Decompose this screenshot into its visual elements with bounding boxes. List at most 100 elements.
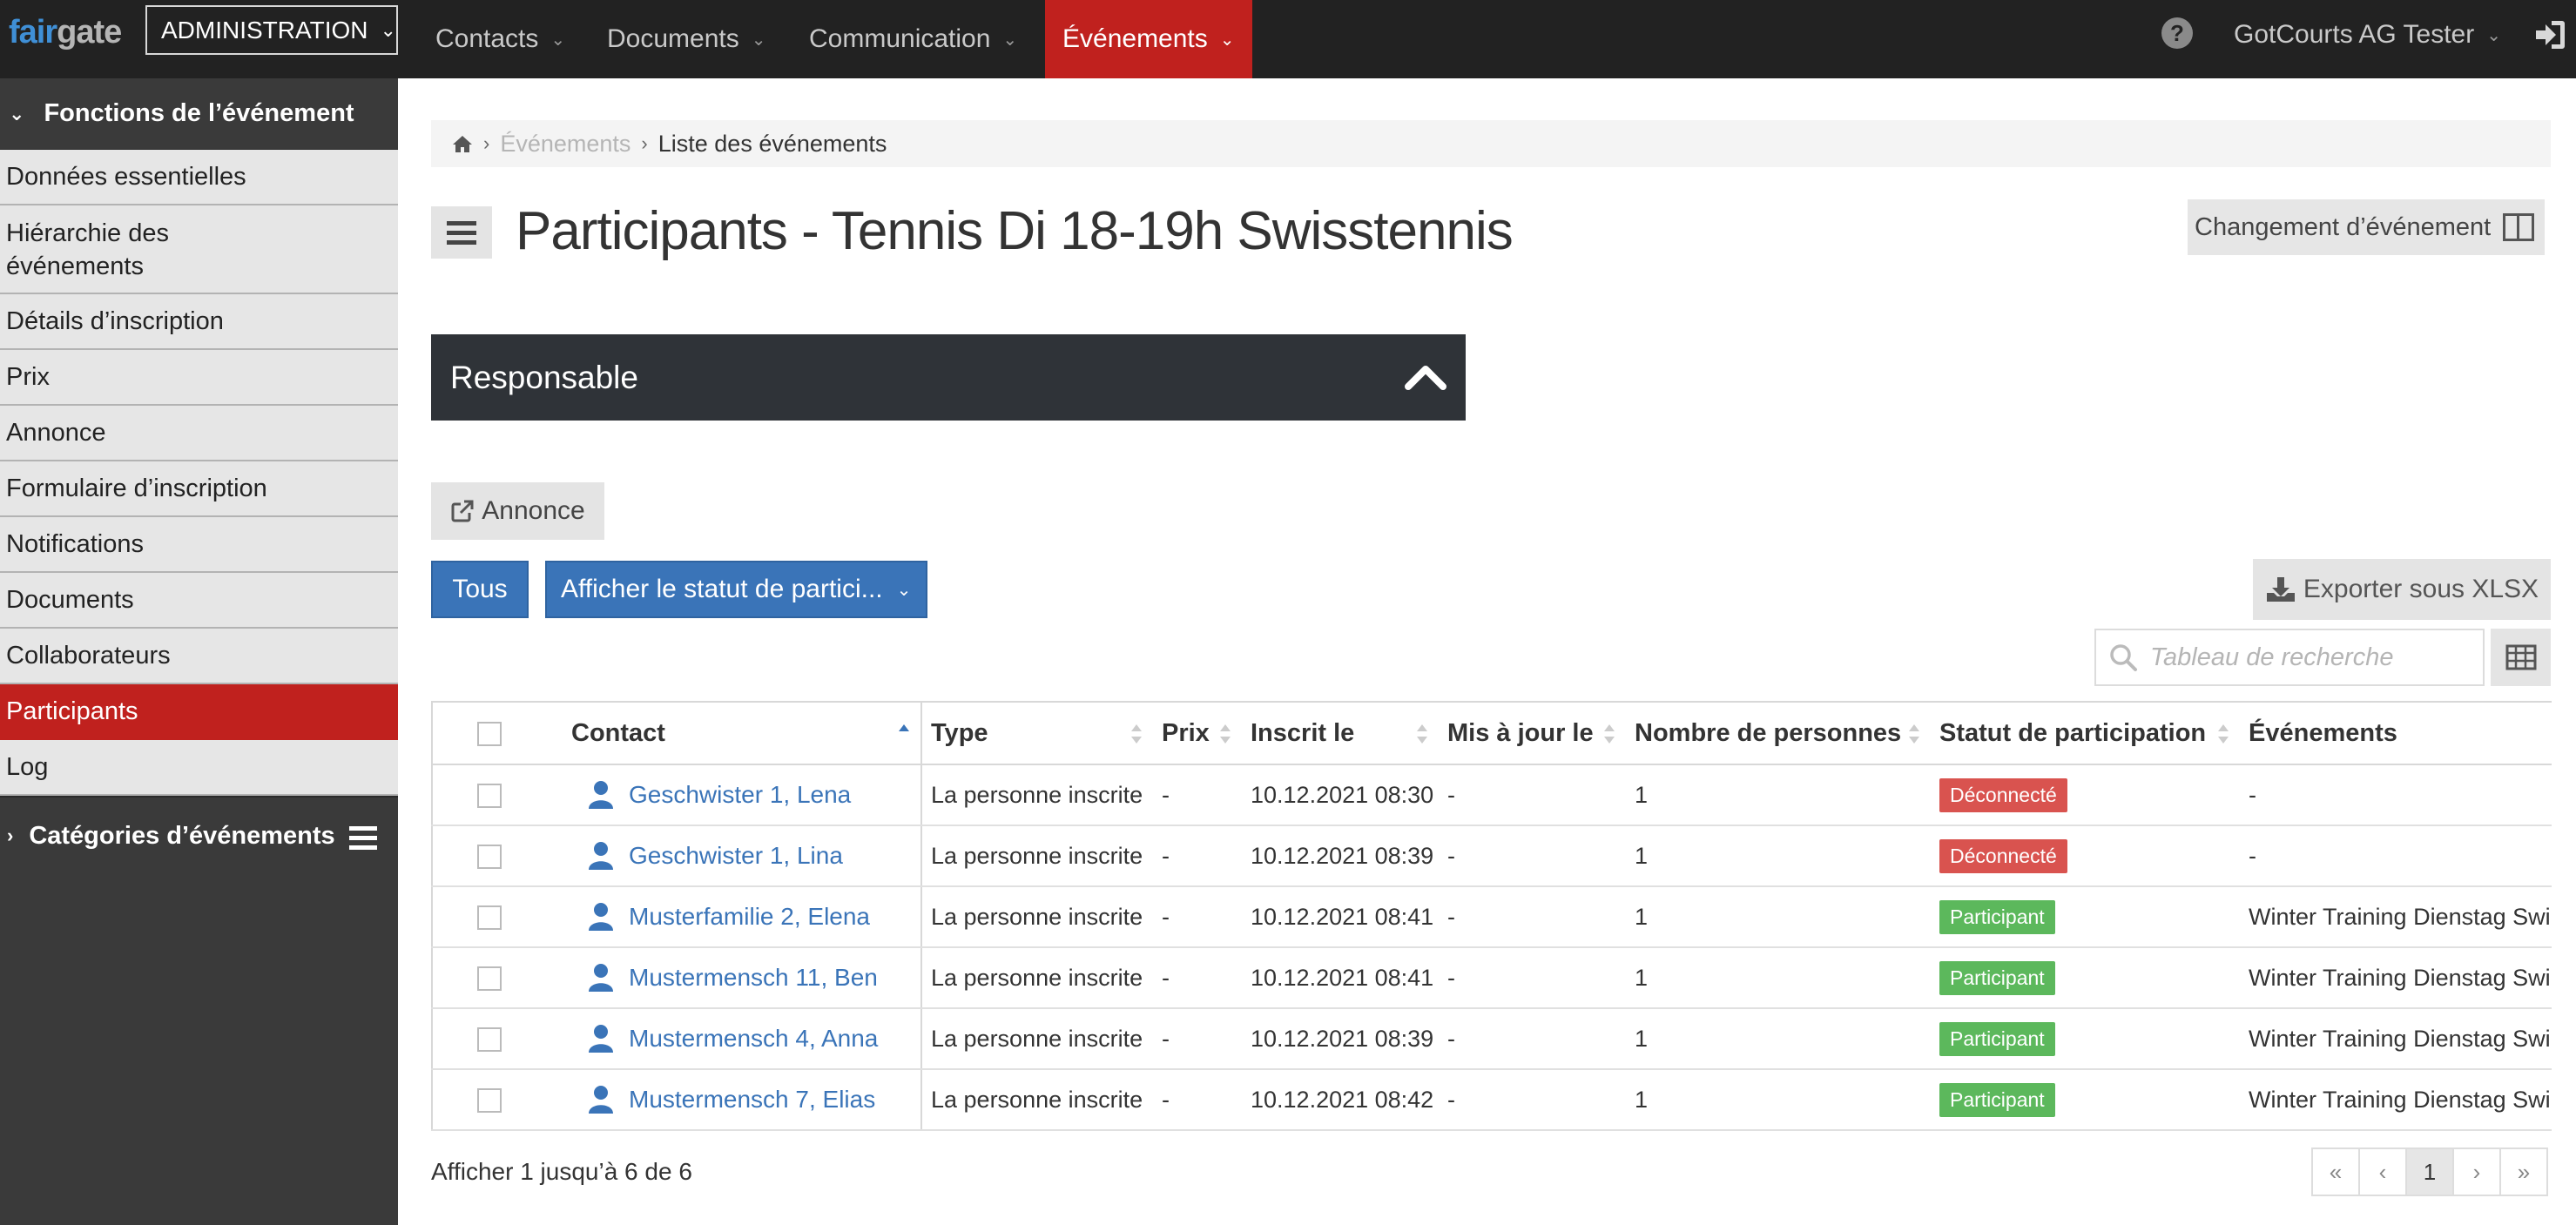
sidebar-item-notifications[interactable]: Notifications: [0, 517, 398, 573]
help-icon[interactable]: ?: [2161, 17, 2193, 49]
pagination-last-button[interactable]: »: [2499, 1148, 2548, 1196]
participation-status-label: Afficher le statut de partici...: [561, 575, 883, 603]
col-header-maj[interactable]: Mis à jour le: [1439, 701, 1626, 765]
inscrit-cell: 10.12.2021 08:30: [1242, 764, 1439, 826]
type-cell: La personne inscrite: [921, 825, 1153, 887]
sidebar-header[interactable]: ⌄ Fonctions de l’événement: [0, 78, 398, 150]
contact-link[interactable]: Mustermensch 11, Ben: [629, 964, 878, 991]
menu-icon[interactable]: [349, 826, 377, 855]
person-icon: [589, 842, 613, 870]
chevron-up-icon[interactable]: [1405, 359, 1446, 394]
sidebar-item-hierarchie[interactable]: Hiérarchie des événements: [0, 205, 398, 294]
table-search-input[interactable]: [2150, 643, 2472, 672]
administration-menu-button[interactable]: ADMINISTRATION ⌄: [145, 5, 398, 55]
prix-cell: -: [1153, 1069, 1242, 1131]
select-all-checkbox[interactable]: [476, 721, 502, 746]
breadcrumb-liste-evenements[interactable]: Liste des événements: [658, 131, 887, 158]
table-row: Mustermensch 4, Anna La personne inscrit…: [431, 1008, 2552, 1070]
nav-communication-label: Communication: [809, 24, 991, 53]
col-header-inscrit[interactable]: Inscrit le: [1242, 701, 1439, 765]
sidebar-item-annonce[interactable]: Annonce: [0, 406, 398, 461]
administration-label: ADMINISTRATION: [161, 16, 368, 44]
statut-cell: Déconnecté: [1931, 825, 2240, 887]
table-info-text: Afficher 1 jusqu’à 6 de 6: [431, 1158, 692, 1185]
prix-cell: -: [1153, 764, 1242, 826]
row-checkbox-cell: [431, 947, 545, 1009]
sidebar-item-label: Formulaire d’inscription: [6, 474, 267, 502]
col-header-nombre[interactable]: Nombre de personnes: [1626, 701, 1931, 765]
col-header-type[interactable]: Type: [921, 701, 1153, 765]
participation-status-dropdown[interactable]: Afficher le statut de partici... ⌄: [545, 561, 927, 618]
sidebar-item-donnees-essentielles[interactable]: Données essentielles: [0, 150, 398, 205]
contact-link[interactable]: Mustermensch 7, Elias: [629, 1086, 875, 1113]
prix-cell: -: [1153, 947, 1242, 1009]
table-search-field[interactable]: [2094, 629, 2485, 686]
pagination: « ‹ 1 › »: [2311, 1148, 2548, 1196]
event-switch-button[interactable]: Changement d’événement: [2188, 199, 2545, 255]
contact-link[interactable]: Musterfamilie 2, Elena: [629, 903, 870, 930]
pagination-prev-button[interactable]: ‹: [2358, 1148, 2407, 1196]
row-checkbox[interactable]: [476, 966, 502, 992]
contact-link[interactable]: Geschwister 1, Lina: [629, 842, 843, 869]
status-badge: Déconnecté: [1939, 777, 2067, 812]
sidebar-item-participants[interactable]: Participants: [0, 684, 398, 740]
responsable-panel-title: Responsable: [450, 359, 638, 395]
row-checkbox[interactable]: [476, 845, 502, 870]
menu-toggle-button[interactable]: [431, 206, 492, 259]
contact-cell: Mustermensch 4, Anna: [545, 1008, 922, 1070]
sort-asc-icon: [899, 724, 909, 731]
fairgate-logo[interactable]: fairgate: [9, 14, 122, 51]
nav-contacts[interactable]: Contacts ⌄: [435, 0, 565, 78]
evenements-cell: Winter Training Dienstag Swi: [2240, 1008, 2552, 1070]
col-header-contact[interactable]: Contact: [545, 701, 922, 765]
evenements-cell: Winter Training Dienstag Swi: [2240, 886, 2552, 948]
sidebar-item-formulaire[interactable]: Formulaire d’inscription: [0, 461, 398, 517]
row-checkbox[interactable]: [476, 1088, 502, 1114]
annonce-button[interactable]: Annonce: [431, 482, 604, 540]
inscrit-cell: 10.12.2021 08:42: [1242, 1069, 1439, 1131]
nav-evenements[interactable]: Événements ⌄: [1045, 0, 1252, 78]
row-checkbox[interactable]: [476, 905, 502, 931]
maj-cell: -: [1439, 947, 1626, 1009]
sidebar-item-details-inscription[interactable]: Détails d’inscription: [0, 294, 398, 350]
home-icon[interactable]: [452, 134, 473, 153]
event-switch-label: Changement d’événement: [2195, 212, 2492, 241]
page-title: Participants - Tennis Di 18-19h Swissten…: [516, 201, 1514, 261]
contact-link[interactable]: Geschwister 1, Lena: [629, 781, 851, 808]
row-checkbox[interactable]: [476, 784, 502, 809]
pagination-first-button[interactable]: «: [2311, 1148, 2360, 1196]
sidebar-categories-header[interactable]: › Catégories d’événements: [0, 796, 398, 874]
breadcrumb-evenements[interactable]: Événements: [500, 131, 631, 158]
sidebar-item-log[interactable]: Log: [0, 740, 398, 796]
sidebar-item-label: Log: [6, 752, 49, 781]
sort-icon: [1604, 724, 1615, 744]
sidebar-item-collaborateurs[interactable]: Collaborateurs: [0, 629, 398, 684]
logout-icon[interactable]: [2532, 17, 2567, 52]
col-header-prix[interactable]: Prix: [1153, 701, 1242, 765]
sidebar-item-prix[interactable]: Prix: [0, 350, 398, 406]
sidebar-header-label: Fonctions de l’événement: [44, 99, 354, 127]
nav-documents[interactable]: Documents ⌄: [607, 0, 766, 78]
col-header-label: Nombre de personnes: [1635, 718, 1902, 747]
col-header-evenements[interactable]: Événements: [2240, 701, 2552, 765]
responsable-panel[interactable]: Responsable: [431, 334, 1466, 421]
column-settings-button[interactable]: [2491, 629, 2551, 686]
chevron-down-icon: ⌄: [550, 30, 566, 50]
row-checkbox[interactable]: [476, 1027, 502, 1053]
select-all-checkbox-cell: [431, 701, 545, 765]
filter-all-button[interactable]: Tous: [431, 561, 529, 618]
person-icon: [589, 781, 613, 809]
pagination-next-button[interactable]: ›: [2452, 1148, 2501, 1196]
table-row: Musterfamilie 2, Elena La personne inscr…: [431, 886, 2552, 948]
contact-link[interactable]: Mustermensch 4, Anna: [629, 1025, 878, 1052]
pagination-page-1[interactable]: 1: [2405, 1148, 2454, 1196]
menu-icon: [447, 220, 476, 225]
sidebar-item-documents[interactable]: Documents: [0, 573, 398, 629]
nav-communication[interactable]: Communication ⌄: [809, 0, 1017, 78]
user-menu[interactable]: GotCourts AG Tester ⌄: [2234, 0, 2501, 70]
statut-cell: Participant: [1931, 886, 2240, 948]
sort-icon: [2218, 724, 2229, 744]
export-xlsx-button[interactable]: Exporter sous XLSX: [2253, 559, 2551, 620]
col-header-statut[interactable]: Statut de participation: [1931, 701, 2240, 765]
table-row: Mustermensch 11, Ben La personne inscrit…: [431, 947, 2552, 1009]
